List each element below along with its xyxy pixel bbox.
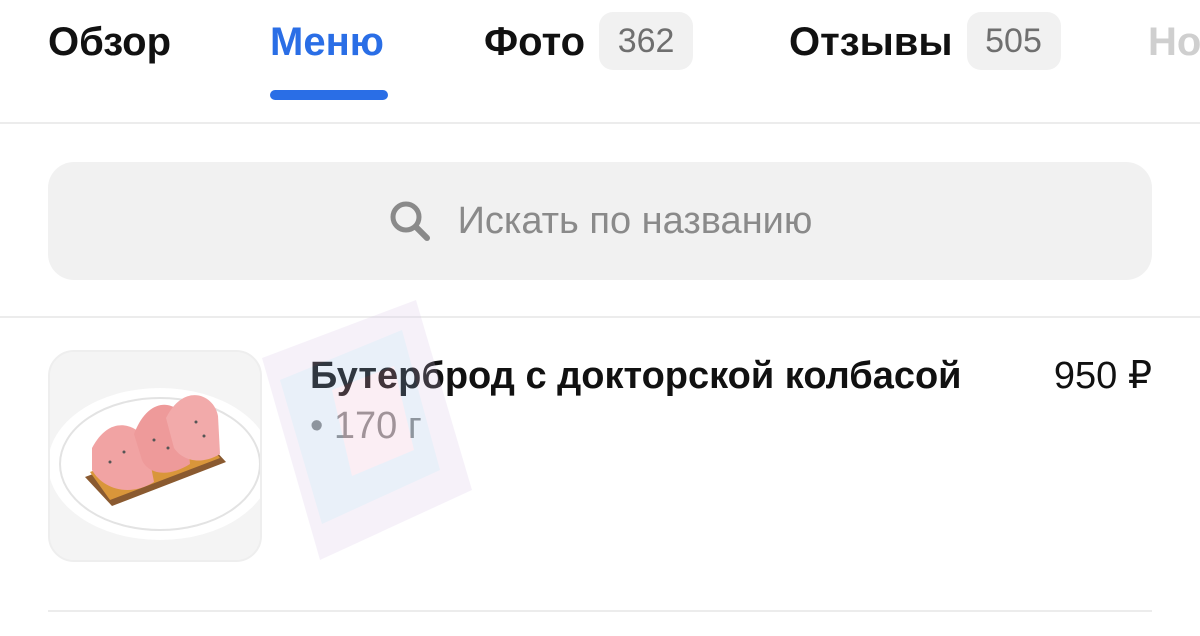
- tab-photo-label: Фото: [484, 20, 586, 64]
- item-name: Бутерброд с докторской колбасой: [310, 355, 962, 397]
- tab-overview-label: Обзор: [48, 20, 172, 64]
- search-placeholder: Искать по названию: [457, 199, 813, 242]
- menu-page: Обзор Меню Фото 362 Отзывы 505 Но Искать…: [0, 0, 1200, 636]
- reviews-count-badge: 505: [966, 12, 1061, 70]
- search-icon: [390, 201, 430, 241]
- active-tab-indicator: [270, 90, 388, 100]
- section-divider: [0, 316, 1200, 318]
- item-divider: [48, 610, 1152, 612]
- item-price: 950 ₽: [1053, 355, 1152, 397]
- tab-next-partial[interactable]: Но: [1148, 0, 1200, 124]
- item-weight: • 170 г: [310, 405, 422, 447]
- search-input[interactable]: Искать по названию: [48, 162, 1152, 280]
- item-photo[interactable]: [48, 350, 262, 562]
- sandwich-image: [50, 352, 260, 560]
- tab-overview[interactable]: Обзор: [48, 0, 171, 124]
- photo-count-badge: 362: [599, 12, 694, 70]
- tab-menu[interactable]: Меню: [270, 0, 388, 124]
- tab-bar: Обзор Меню Фото 362 Отзывы 505 Но: [0, 0, 1200, 124]
- tab-photo[interactable]: Фото 362: [484, 0, 694, 124]
- tab-reviews-label: Отзывы: [789, 20, 953, 64]
- menu-item[interactable]: Бутерброд с докторской колбасой • 170 г …: [48, 348, 1152, 564]
- tab-next-label: Но: [1148, 20, 1200, 64]
- tab-menu-label: Меню: [270, 20, 384, 64]
- tab-reviews[interactable]: Отзывы 505: [789, 0, 1061, 124]
